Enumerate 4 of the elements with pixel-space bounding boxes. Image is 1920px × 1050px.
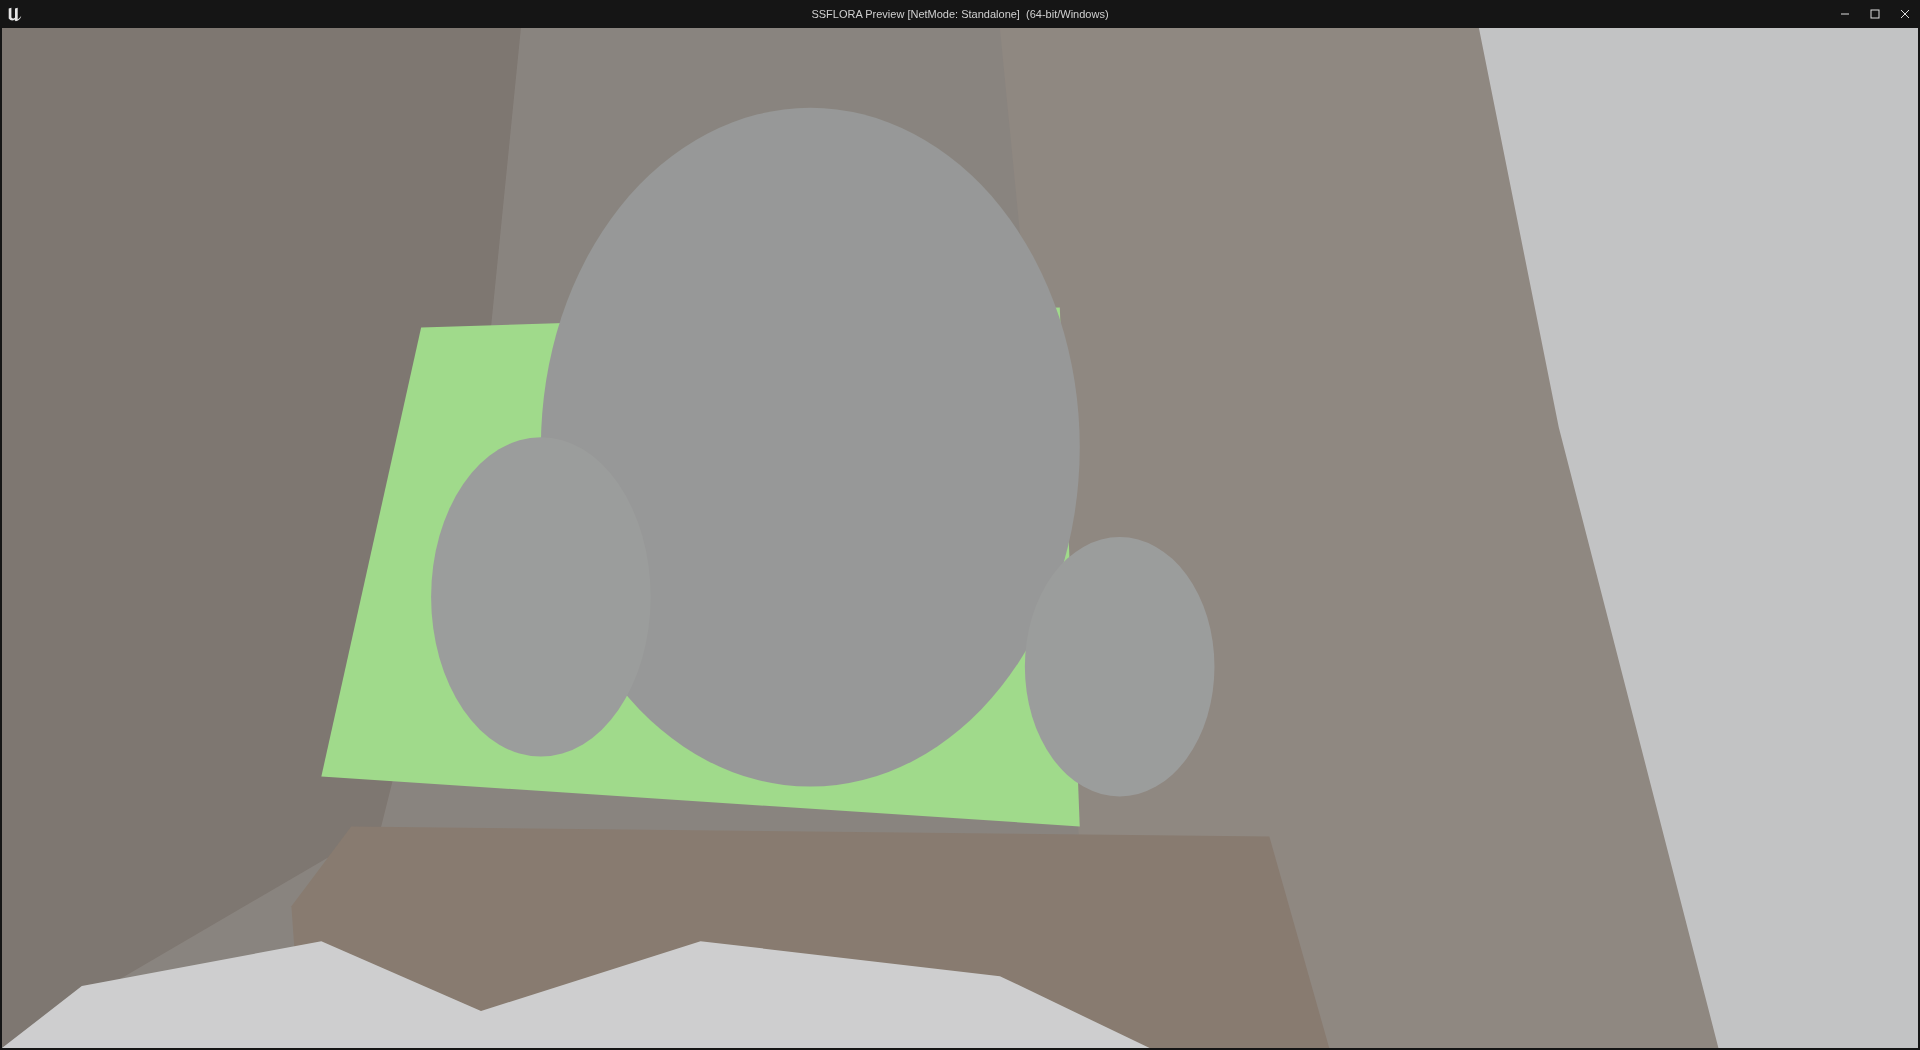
close-icon (1900, 9, 1910, 19)
engine-logo-icon (6, 5, 24, 23)
maximize-icon (1870, 9, 1880, 19)
window-title: SSFLORA Preview [NetMode: Standalone] (64-bit/Windows) (811, 6, 1109, 22)
